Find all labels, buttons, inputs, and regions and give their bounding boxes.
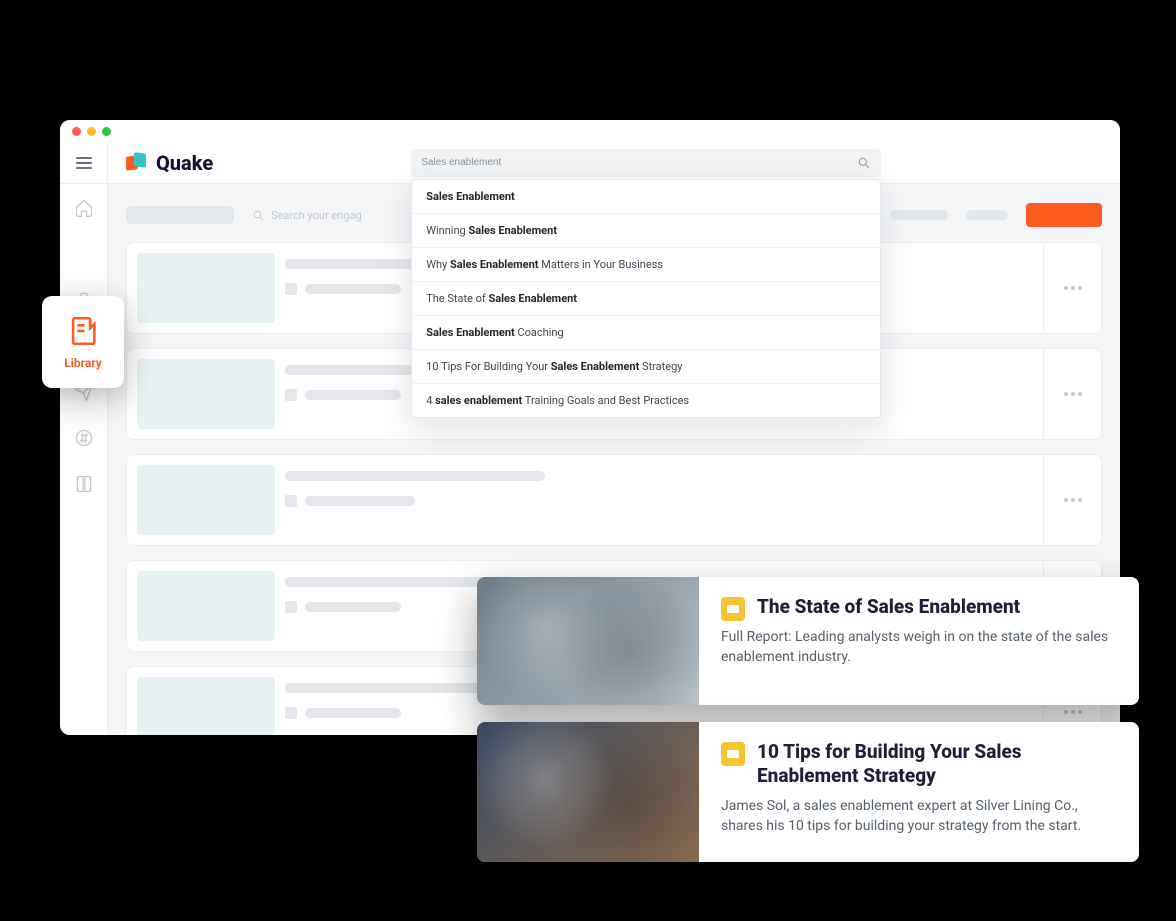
global-search-input[interactable] — [421, 157, 857, 168]
preview-thumbnail — [477, 577, 699, 705]
card-thumbnail — [137, 677, 275, 735]
toolbar-placeholder — [966, 210, 1008, 220]
menu-button[interactable] — [60, 142, 108, 183]
preview-thumbnail — [477, 722, 699, 862]
book-icon[interactable] — [74, 474, 94, 494]
search-suggestions-dropdown: Sales Enablement Winning Sales Enablemen… — [411, 179, 881, 418]
library-icon — [66, 314, 100, 348]
filter-placeholder — [126, 206, 234, 224]
more-icon — [1064, 286, 1082, 290]
suggestion-item[interactable]: 4 sales enablement Training Goals and Be… — [412, 384, 880, 417]
card-more-button[interactable] — [1043, 349, 1101, 439]
preview-title: The State of Sales Enablement — [757, 595, 1020, 619]
maximize-window-dot[interactable] — [102, 127, 111, 136]
primary-cta-button[interactable] — [1026, 203, 1102, 227]
library-callout-chip[interactable]: Library — [42, 296, 124, 388]
content-card[interactable] — [126, 454, 1102, 546]
hamburger-icon — [76, 157, 92, 169]
suggestion-item[interactable]: Winning Sales Enablement — [412, 214, 880, 248]
suggestion-item[interactable]: Why Sales Enablement Matters in Your Bus… — [412, 248, 880, 282]
search-icon — [252, 209, 265, 222]
hashtag-icon[interactable] — [74, 428, 94, 448]
meta-icon — [285, 283, 297, 295]
window-titlebar — [60, 120, 1120, 142]
minimize-window-dot[interactable] — [87, 127, 96, 136]
home-icon[interactable] — [74, 198, 94, 218]
card-thumbnail — [137, 253, 275, 323]
result-preview-card[interactable]: 10 Tips for Building Your Sales Enableme… — [477, 722, 1139, 862]
preview-description: Full Report: Leading analysts weigh in o… — [721, 627, 1117, 668]
toolbar-placeholder — [890, 210, 948, 220]
preview-body: The State of Sales Enablement Full Repor… — [699, 577, 1139, 705]
card-meta-placeholder — [305, 284, 401, 294]
content-search-placeholder: Search your engag — [271, 209, 362, 222]
app-brand: Quake — [108, 151, 231, 175]
preview-description: James Sol, a sales enablement expert at … — [721, 796, 1117, 837]
card-more-button[interactable] — [1043, 243, 1101, 333]
result-preview-card[interactable]: The State of Sales Enablement Full Repor… — [477, 577, 1139, 705]
suggestion-item[interactable]: Sales Enablement — [412, 180, 880, 214]
global-search[interactable]: Sales Enablement Winning Sales Enablemen… — [411, 149, 881, 177]
slides-icon — [721, 742, 745, 766]
logo-icon — [126, 153, 148, 173]
suggestion-item[interactable]: The State of Sales Enablement — [412, 282, 880, 316]
card-more-button[interactable] — [1043, 455, 1101, 545]
close-window-dot[interactable] — [72, 127, 81, 136]
card-thumbnail — [137, 359, 275, 429]
nav-rail — [60, 184, 108, 735]
preview-body: 10 Tips for Building Your Sales Enableme… — [699, 722, 1139, 862]
library-chip-label: Library — [64, 356, 102, 370]
preview-title: 10 Tips for Building Your Sales Enableme… — [757, 740, 1117, 788]
brand-name: Quake — [156, 151, 213, 175]
top-chrome: Quake Sales Enablement Winning Sales Ena… — [60, 142, 1120, 184]
suggestion-item[interactable]: Sales Enablement Coaching — [412, 316, 880, 350]
card-thumbnail — [137, 465, 275, 535]
card-thumbnail — [137, 571, 275, 641]
slides-icon — [721, 597, 745, 621]
suggestion-item[interactable]: 10 Tips For Building Your Sales Enableme… — [412, 350, 880, 384]
search-icon — [857, 156, 871, 170]
